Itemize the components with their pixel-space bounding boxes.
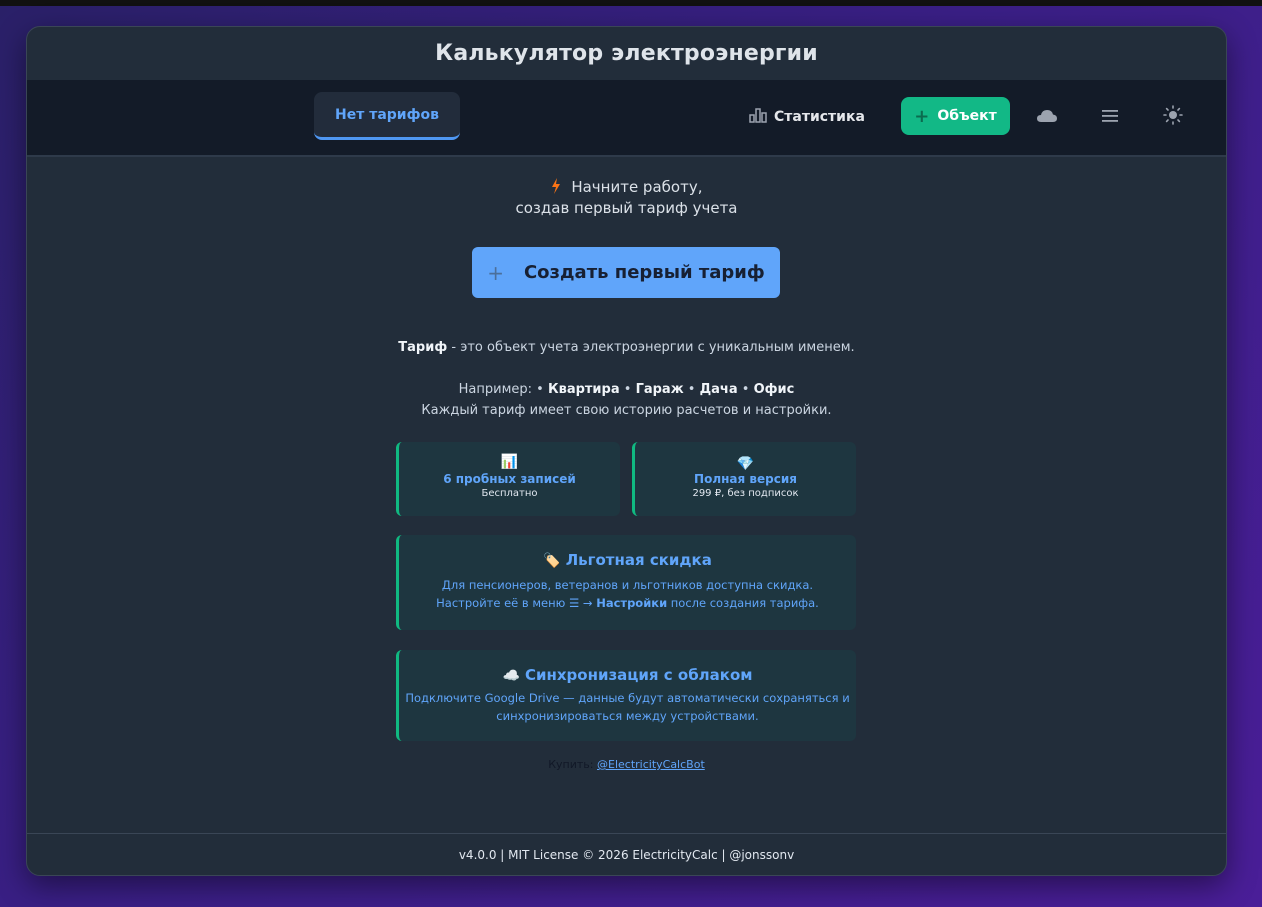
tariff-definition: Тариф - это объект учета электроэнергии … xyxy=(27,340,1226,355)
top-strip xyxy=(0,0,1262,6)
navbar: Нет тарифов Статистика + Объект xyxy=(27,80,1226,157)
discount-card-line-2: Настройте её в меню ☰ → Настройки после … xyxy=(399,594,856,612)
intro-line-2: создав первый тариф учета xyxy=(515,199,738,217)
full-version-card: 💎 Полная версия 299 ₽, без подписок xyxy=(632,442,856,516)
footer: v4.0.0 | MIT License © 2026 ElectricityC… xyxy=(27,833,1226,875)
cloud-icon: ☁️ xyxy=(502,668,520,684)
sun-icon xyxy=(1163,105,1183,129)
examples-prefix: Например: xyxy=(458,382,537,397)
discount-card: 🏷️ Льготная скидка Для пенсионеров, вете… xyxy=(396,535,856,630)
example-item: Дача xyxy=(699,382,738,397)
tariff-definition-text: - это объект учета электроэнергии с уник… xyxy=(447,340,855,355)
chart-icon: 📊 xyxy=(500,454,519,470)
add-object-label: Объект xyxy=(937,108,997,124)
example-item: Квартира xyxy=(547,382,620,397)
trial-card: 📊 6 пробных записей Бесплатно xyxy=(396,442,620,516)
bot-link[interactable]: @ElectricityCalcBot xyxy=(597,758,705,771)
lightning-icon xyxy=(551,178,566,196)
trial-card-subtitle: Бесплатно xyxy=(481,488,538,499)
examples-line: Например: • Квартира • Гараж • Дача • Оф… xyxy=(458,382,795,397)
add-object-button[interactable]: + Объект xyxy=(901,97,1010,135)
intro-line-1: Начните работу, xyxy=(571,178,703,196)
menu-icon xyxy=(1101,108,1119,127)
diamond-icon: 💎 xyxy=(736,456,755,472)
tariff-term: Тариф xyxy=(398,340,448,355)
menu-button[interactable] xyxy=(1095,102,1125,132)
trial-card-title: 6 пробных записей xyxy=(443,472,576,486)
app-title: Калькулятор электроэнергии xyxy=(435,41,818,66)
statistics-label: Статистика xyxy=(774,109,865,125)
chart-bar-icon xyxy=(749,107,767,127)
tab-no-tariffs[interactable]: Нет тарифов xyxy=(314,92,460,140)
create-first-tariff-label: Создать первый тариф xyxy=(523,262,765,283)
statistics-button[interactable]: Статистика xyxy=(749,100,865,134)
discount-line2-prefix: Настройте её в меню ☰ → xyxy=(436,596,597,610)
cloud-icon xyxy=(1036,108,1058,127)
history-note: Каждый тариф имеет свою историю расчетов… xyxy=(421,403,832,418)
sync-card-line-1: Подключите Google Drive — данные будут а… xyxy=(405,691,850,705)
settings-link-text: Настройки xyxy=(596,596,668,610)
example-item: Офис xyxy=(753,382,795,397)
cloud-sync-card: ☁️ Синхронизация с облаком Подключите Go… xyxy=(396,650,856,741)
main-content: Начните работу, создав первый тариф учет… xyxy=(27,157,1226,833)
buy-line: Купить: @ElectricityCalcBot xyxy=(27,758,1226,771)
create-first-tariff-button[interactable]: + Создать первый тариф xyxy=(472,247,780,298)
plus-icon: + xyxy=(914,105,930,127)
example-item: Гараж xyxy=(635,382,684,397)
intro-text: Начните работу, создав первый тариф учет… xyxy=(27,177,1226,219)
buy-label: Купить: xyxy=(548,758,597,771)
discount-line2-suffix: после создания тарифа. xyxy=(667,596,819,610)
app-window: Калькулятор электроэнергии Нет тарифов С… xyxy=(26,26,1227,876)
sync-card-title: Синхронизация с облаком xyxy=(524,666,753,684)
plus-icon: + xyxy=(487,260,504,285)
full-card-subtitle: 299 ₽, без подписок xyxy=(692,488,799,499)
full-card-title: Полная версия xyxy=(694,472,797,486)
theme-toggle-button[interactable] xyxy=(1158,102,1188,132)
discount-card-line-1: Для пенсионеров, ветеранов и льготников … xyxy=(441,578,814,592)
tag-icon: 🏷️ xyxy=(543,553,561,569)
discount-card-title: Льготная скидка xyxy=(565,551,712,569)
cloud-button[interactable] xyxy=(1032,102,1062,132)
sync-card-line-2: синхронизироваться между устройствами. xyxy=(496,709,759,723)
